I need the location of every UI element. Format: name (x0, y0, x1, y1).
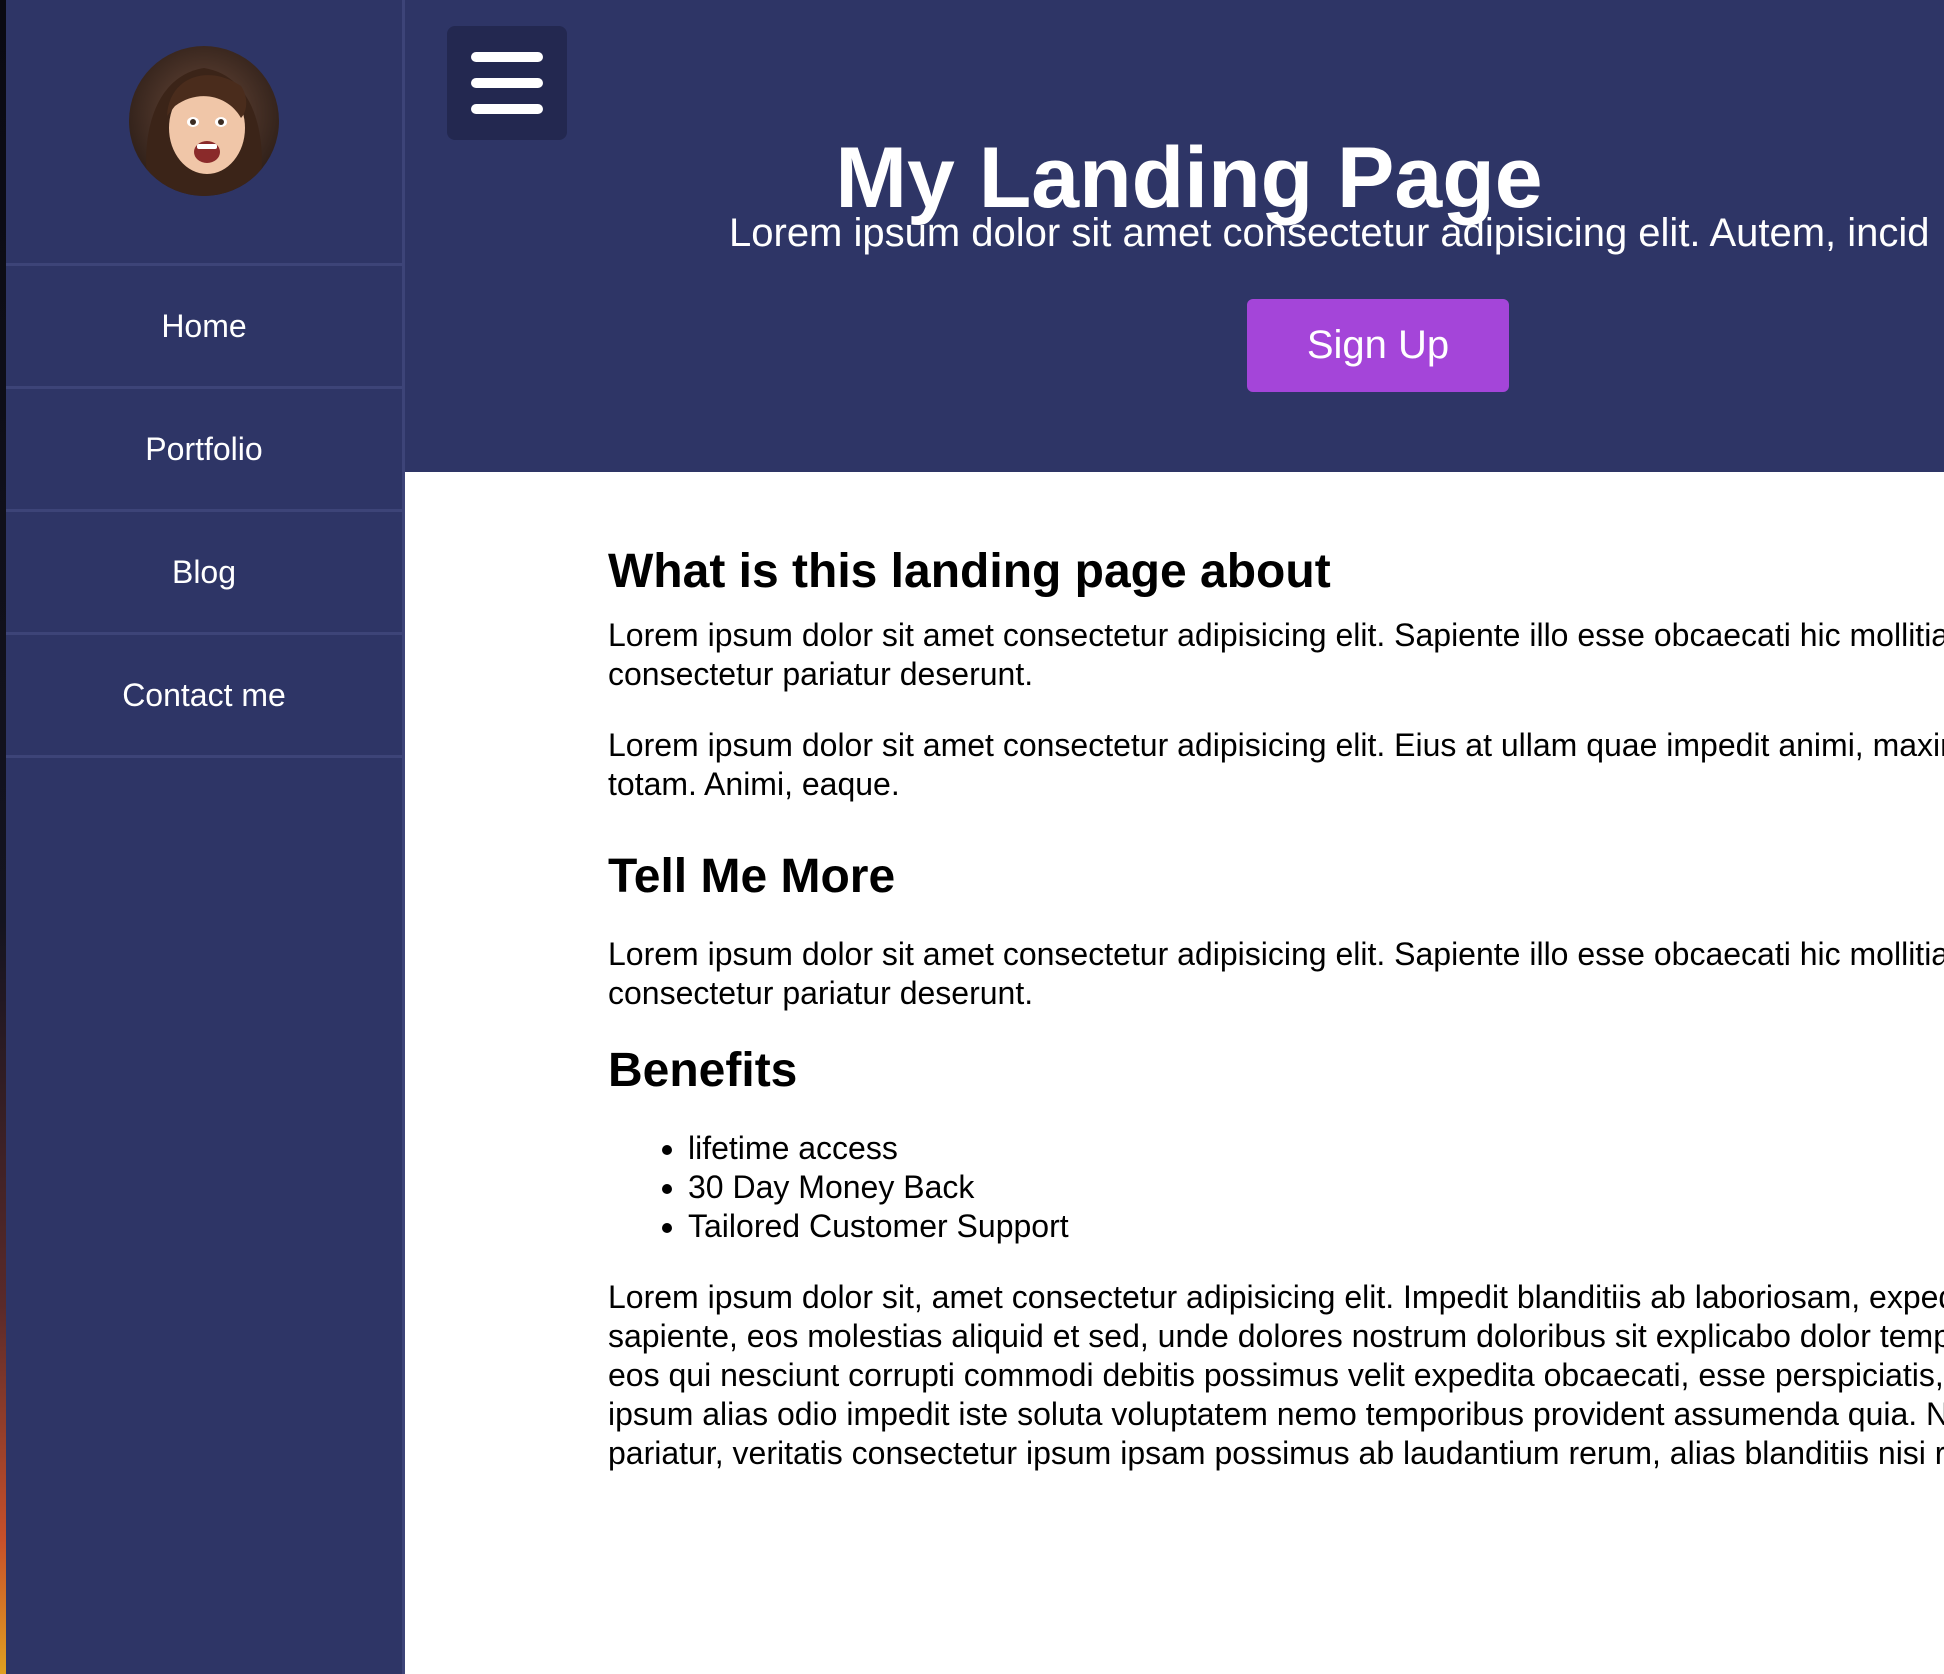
sign-up-button[interactable]: Sign Up (1247, 299, 1509, 392)
sidebar-item-blog[interactable]: Blog (6, 509, 402, 632)
sidebar: Home Portfolio Blog Contact me (6, 0, 405, 1674)
tell-me-more-paragraph: Lorem ipsum dolor sit amet consectetur a… (608, 935, 1944, 1013)
sidebar-item-portfolio[interactable]: Portfolio (6, 386, 402, 509)
section-heading-about: What is this landing page about (608, 545, 1331, 598)
benefits-paragraph: Lorem ipsum dolor sit, amet consectetur … (608, 1278, 1944, 1473)
list-item: 30 Day Money Back (688, 1168, 1944, 1207)
avatar (129, 46, 279, 196)
benefits-paragraph-line-4: ipsum alias odio impedit iste soluta vol… (608, 1396, 1944, 1432)
list-item: lifetime access (688, 1129, 1944, 1168)
sidebar-item-contact[interactable]: Contact me (6, 632, 402, 758)
tell-me-more-line-2: consectetur pariatur deserunt. (608, 975, 1034, 1011)
about-paragraph-2-line-2: totam. Animi, eaque. (608, 766, 900, 802)
hamburger-icon (471, 52, 543, 114)
about-paragraph-1-line-2: consectetur pariatur deserunt. (608, 656, 1034, 692)
section-heading-benefits: Benefits (608, 1044, 798, 1097)
about-paragraph-1-line-1: Lorem ipsum dolor sit amet consectetur a… (608, 617, 1944, 653)
page: Home Portfolio Blog Contact me My Landin… (0, 0, 1944, 1674)
hero-subtitle: Lorem ipsum dolor sit amet consectetur a… (729, 211, 1930, 255)
benefits-paragraph-line-2: sapiente, eos molestias aliquid et sed, … (608, 1318, 1944, 1354)
sidebar-nav: Home Portfolio Blog Contact me (6, 263, 402, 758)
about-paragraph-1: Lorem ipsum dolor sit amet consectetur a… (608, 616, 1944, 694)
benefits-paragraph-line-1: Lorem ipsum dolor sit, amet consectetur … (608, 1279, 1944, 1315)
tell-me-more-line-1: Lorem ipsum dolor sit amet consectetur a… (608, 936, 1944, 972)
section-heading-tell-me-more: Tell Me More (608, 850, 896, 903)
hero-header: My Landing Page Lorem ipsum dolor sit am… (405, 0, 1944, 472)
list-item: Tailored Customer Support (688, 1207, 1944, 1246)
sidebar-item-home[interactable]: Home (6, 263, 402, 386)
about-paragraph-2: Lorem ipsum dolor sit amet consectetur a… (608, 726, 1944, 804)
benefits-list: lifetime access 30 Day Money Back Tailor… (608, 1129, 1944, 1246)
avatar-image (129, 46, 279, 196)
menu-toggle-button[interactable] (447, 26, 567, 140)
benefits-paragraph-line-5: pariatur, veritatis consectetur ipsum ip… (608, 1435, 1944, 1471)
benefits-paragraph-line-3: eos qui nesciunt corrupti commodi debiti… (608, 1357, 1944, 1393)
main-content: What is this landing page about Lorem ip… (608, 530, 1944, 1473)
about-paragraph-2-line-1: Lorem ipsum dolor sit amet consectetur a… (608, 727, 1944, 763)
